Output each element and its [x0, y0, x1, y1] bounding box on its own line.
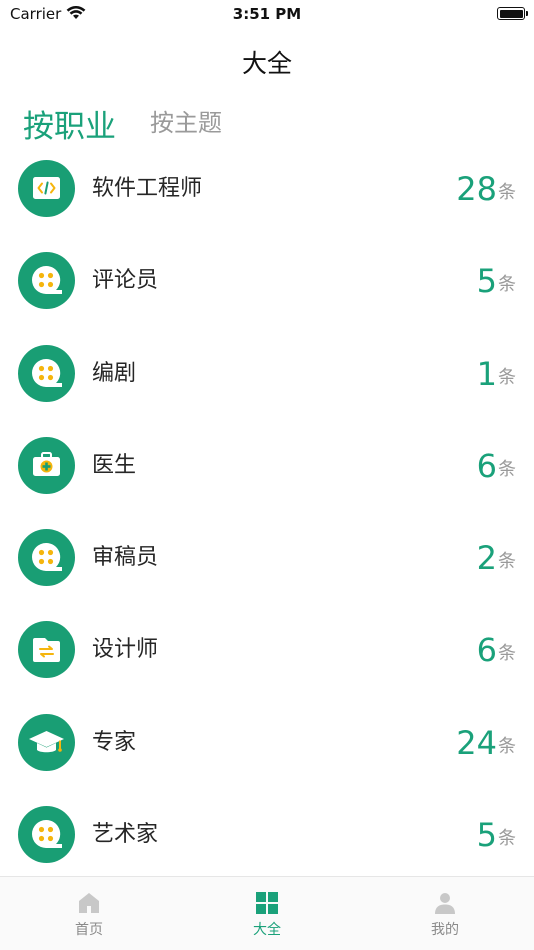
- list-item-label: 专家: [92, 729, 137, 755]
- medical-kit-icon: [18, 436, 75, 494]
- list-item[interactable]: 医生 6 条: [0, 420, 534, 512]
- tab-by-profession[interactable]: 按职业: [23, 101, 116, 146]
- list-item-count: 1 条: [477, 328, 516, 420]
- count-unit: 条: [498, 458, 516, 480]
- home-icon: [79, 893, 99, 913]
- count-number: 24: [456, 723, 497, 762]
- count-unit: 条: [498, 274, 516, 296]
- count-unit: 条: [498, 551, 516, 573]
- code-doc-icon: [18, 160, 75, 217]
- list-item-count: 5 条: [477, 235, 516, 327]
- list-item-count: 6 条: [477, 604, 516, 696]
- graduation-cap-icon: [18, 713, 75, 771]
- list-item[interactable]: 审稿员 2 条: [0, 512, 534, 604]
- film-reel-icon: [18, 344, 75, 402]
- status-bar: Carrier 3:51 PM: [0, 0, 534, 30]
- count-number: 6: [476, 631, 497, 670]
- count-number: 2: [476, 539, 497, 578]
- count-unit: 条: [498, 735, 516, 757]
- list-item-count: 6 条: [477, 420, 516, 512]
- list-item-label: 审稿员: [92, 545, 159, 571]
- list-item[interactable]: 编剧 1 条: [0, 328, 534, 420]
- film-reel-icon: [18, 529, 75, 587]
- count-unit: 条: [498, 643, 516, 665]
- list-item-label: 软件工程师: [92, 176, 203, 201]
- count-number: 6: [476, 446, 497, 485]
- list-item-count: 5 条: [477, 789, 516, 881]
- list-item[interactable]: 专家 24 条: [0, 697, 534, 789]
- count-number: 1: [476, 354, 497, 393]
- status-time: 3:51 PM: [232, 5, 302, 23]
- profession-list: 软件工程师 28 条 评论员 5 条 编剧 1 条 医生 6 条 审稿员 2 条…: [0, 143, 534, 881]
- film-reel-icon: [18, 806, 75, 864]
- tab-bar-label: 大全: [253, 922, 281, 938]
- page-title: 大全: [241, 49, 292, 78]
- list-item[interactable]: 软件工程师 28 条: [0, 143, 534, 235]
- person-icon: [435, 893, 455, 914]
- count-number: 28: [456, 170, 497, 208]
- list-item-label: 编剧: [92, 360, 137, 386]
- battery-icon: [497, 7, 528, 20]
- count-unit: 条: [498, 828, 516, 850]
- list-item-label: 艺术家: [92, 822, 159, 848]
- film-reel-icon: [18, 252, 75, 310]
- list-item[interactable]: 艺术家 5 条: [0, 789, 534, 881]
- folder-exchange-icon: [18, 621, 75, 679]
- count-unit: 条: [498, 366, 516, 388]
- list-item-count: 24 条: [456, 697, 516, 789]
- list-item-count: 28 条: [456, 143, 516, 235]
- tab-bar-home[interactable]: 首页: [0, 877, 178, 950]
- tab-bar: 首页 大全 我的: [0, 876, 534, 950]
- count-unit: 条: [498, 182, 516, 203]
- list-item-label: 医生: [92, 452, 137, 478]
- tab-bar-label: 我的: [431, 922, 459, 938]
- grid-icon: [256, 892, 278, 914]
- tab-bar-label: 首页: [75, 922, 103, 938]
- count-number: 5: [476, 816, 497, 855]
- tab-bar-profile[interactable]: 我的: [356, 877, 534, 950]
- category-tabs: 按职业 按主题: [23, 98, 222, 146]
- list-item-label: 设计师: [92, 637, 159, 663]
- count-number: 5: [476, 262, 497, 301]
- tab-bar-all[interactable]: 大全: [178, 877, 356, 950]
- list-item-label: 评论员: [92, 268, 159, 294]
- list-item-count: 2 条: [477, 512, 516, 604]
- list-item[interactable]: 设计师 6 条: [0, 604, 534, 696]
- tab-by-topic[interactable]: 按主题: [150, 103, 222, 146]
- list-item[interactable]: 评论员 5 条: [0, 235, 534, 327]
